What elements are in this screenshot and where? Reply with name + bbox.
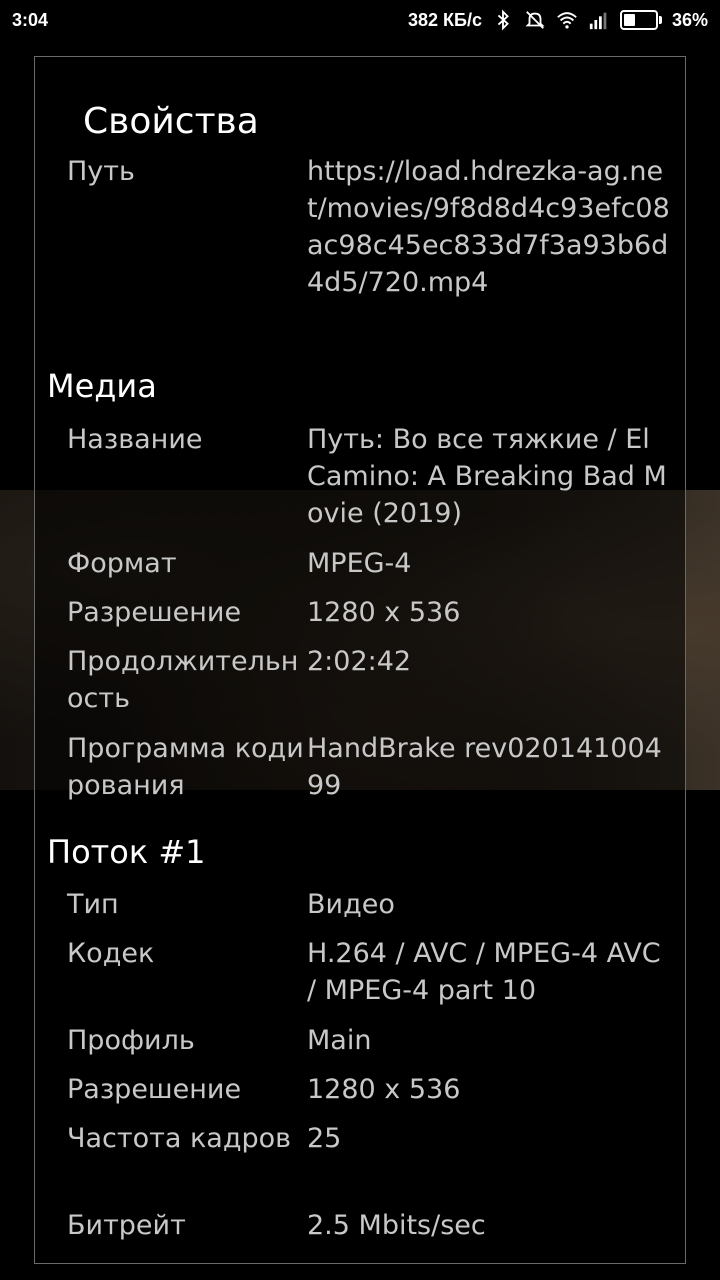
wifi-icon — [557, 12, 577, 29]
path-label: Путь — [67, 156, 135, 187]
row-label: Битрейт — [67, 1210, 186, 1241]
row-label: Название — [67, 424, 203, 455]
row-value: HandBrake rev02014100499 — [307, 733, 662, 801]
clock: 3:04 — [12, 9, 49, 30]
row-label: Продолжительность — [67, 646, 299, 714]
row-value: 2:02:42 — [307, 646, 412, 677]
properties-dialog: Свойства Путь https://load.hdrezka-ag.ne… — [34, 56, 686, 1264]
media-row-format: Формат MPEG-4 — [67, 545, 677, 582]
row-label: Формат — [67, 548, 177, 579]
network-speed: 382 КБ/с — [408, 9, 482, 30]
battery-percent: 36% — [671, 9, 708, 30]
battery-icon — [619, 10, 662, 30]
path-row: Путь https://load.hdrezka-ag.net/movies/… — [67, 153, 677, 301]
row-label: Профиль — [67, 1025, 195, 1056]
bluetooth-icon — [497, 9, 509, 31]
media-row-resolution: Разрешение 1280 x 536 — [67, 594, 677, 631]
row-value: Путь: Во все тяжкие / El Camino: A Break… — [307, 424, 667, 529]
media-section-title: Медиа — [47, 367, 157, 405]
row-value: Main — [307, 1025, 372, 1056]
media-row-duration: Продолжительность 2:02:42 — [67, 643, 677, 717]
row-value: 25 — [307, 1123, 342, 1154]
row-label: Разрешение — [67, 1074, 242, 1105]
row-value: 2.5 Mbits/sec — [307, 1210, 486, 1241]
stream-row-bitrate: Битрейт 2.5 Mbits/sec — [67, 1207, 677, 1244]
row-label: Частота кадров — [67, 1123, 292, 1154]
media-row-title: Название Путь: Во все тяжкие / El Camino… — [67, 421, 677, 532]
battery-fill — [623, 14, 635, 26]
row-value: 1280 x 536 — [307, 1074, 461, 1105]
signal-icon — [589, 12, 607, 30]
stream-row-framerate: Частота кадров 25 — [67, 1120, 677, 1157]
row-value: 1280 x 536 — [307, 597, 461, 628]
path-value: https://load.hdrezka-ag.net/movies/9f8d8… — [307, 156, 670, 298]
row-label: Кодек — [67, 938, 155, 969]
status-icons: 382 КБ/с 36% — [408, 9, 708, 31]
dialog-title: Свойства — [83, 101, 259, 142]
status-bar: 3:04 382 КБ/с 36% — [0, 0, 720, 40]
row-value: MPEG-4 — [307, 548, 412, 579]
stream-section-title: Поток #1 — [47, 833, 206, 871]
stream-row-profile: Профиль Main — [67, 1022, 677, 1059]
row-label: Разрешение — [67, 597, 242, 628]
stream-row-resolution: Разрешение 1280 x 536 — [67, 1071, 677, 1108]
media-row-encoder: Программа кодирования HandBrake rev02014… — [67, 730, 677, 804]
mute-icon — [525, 11, 545, 29]
row-value: Видео — [307, 889, 395, 920]
stream-row-codec: Кодек H.264 / AVC / MPEG-4 AVC / MPEG-4 … — [67, 935, 677, 1009]
stream-row-type: Тип Видео — [67, 886, 677, 923]
row-label: Тип — [67, 889, 119, 920]
row-value: H.264 / AVC / MPEG-4 AVC / MPEG-4 part 1… — [307, 938, 661, 1006]
row-label: Программа кодирования — [67, 733, 304, 801]
